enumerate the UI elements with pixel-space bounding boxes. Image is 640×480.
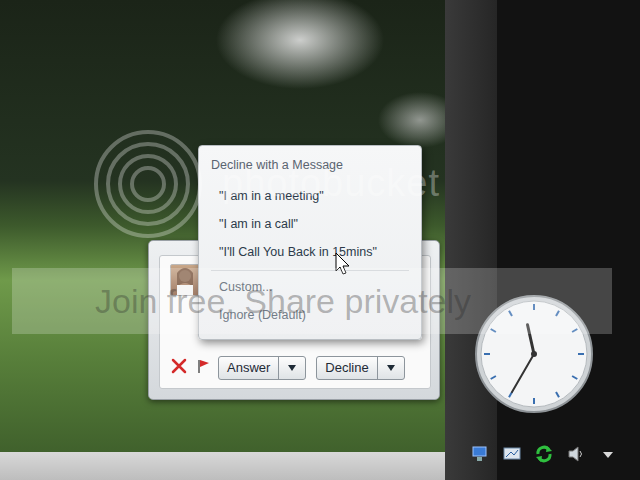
person-icon — [171, 265, 199, 295]
flag-button[interactable] — [196, 358, 210, 378]
minute-hand — [512, 354, 534, 392]
sidebar-strip — [445, 0, 497, 480]
sync-icon[interactable] — [534, 444, 554, 464]
flag-icon — [196, 358, 210, 374]
monitor-icon[interactable] — [502, 444, 522, 464]
caller-avatar — [170, 264, 200, 296]
mouse-cursor-icon — [335, 252, 351, 276]
dropdown-arrow-icon — [287, 364, 297, 372]
close-x-icon — [170, 357, 188, 375]
network-icon — [470, 444, 490, 464]
clock-gadget[interactable] — [474, 294, 594, 414]
answer-dropdown-button[interactable] — [279, 357, 305, 379]
menu-separator — [211, 270, 409, 271]
decline-menu: Decline with a Message"I am in a meeting… — [198, 145, 422, 340]
reject-button[interactable] — [170, 357, 188, 379]
menu-item[interactable]: "I am in a call" — [211, 210, 409, 238]
watermark-logo-icon — [92, 128, 204, 240]
sync-icon — [534, 444, 554, 464]
system-tray — [470, 442, 630, 466]
call-button-row: Answer Decline — [170, 356, 420, 380]
menu-item[interactable]: Custom... — [211, 273, 409, 301]
speaker-icon[interactable] — [566, 444, 586, 464]
watermark-logo-icon — [92, 128, 204, 240]
notification-arrow-icon[interactable] — [598, 444, 618, 464]
dropdown-arrow-icon — [386, 364, 396, 372]
network-icon[interactable] — [470, 444, 490, 464]
answer-button[interactable]: Answer — [219, 357, 279, 379]
answer-split-button[interactable]: Answer — [218, 356, 306, 380]
speaker-icon — [566, 444, 586, 464]
menu-item[interactable]: Ignore (Default) — [211, 301, 409, 329]
decline-button[interactable]: Decline — [317, 357, 377, 379]
menu-item[interactable]: "I'll Call You Back in 15mins" — [211, 238, 409, 266]
desktop-bottom-bar — [0, 452, 445, 480]
clock-face-icon — [474, 294, 594, 414]
decline-dropdown-button[interactable] — [378, 357, 404, 379]
watermark-logo-text: photobucket — [222, 162, 440, 205]
hour-hand — [528, 325, 534, 354]
decline-split-button[interactable]: Decline — [316, 356, 404, 380]
notification-arrow-icon — [598, 444, 618, 464]
menu-item[interactable]: "I am in a meeting" — [211, 182, 409, 210]
watermark-slogan: Join free. Share privately — [95, 282, 471, 321]
menu-title: Decline with a Message — [211, 156, 409, 182]
monitor-icon — [502, 444, 522, 464]
mouse-cursor-icon — [335, 252, 351, 276]
watermark-band — [12, 268, 612, 334]
